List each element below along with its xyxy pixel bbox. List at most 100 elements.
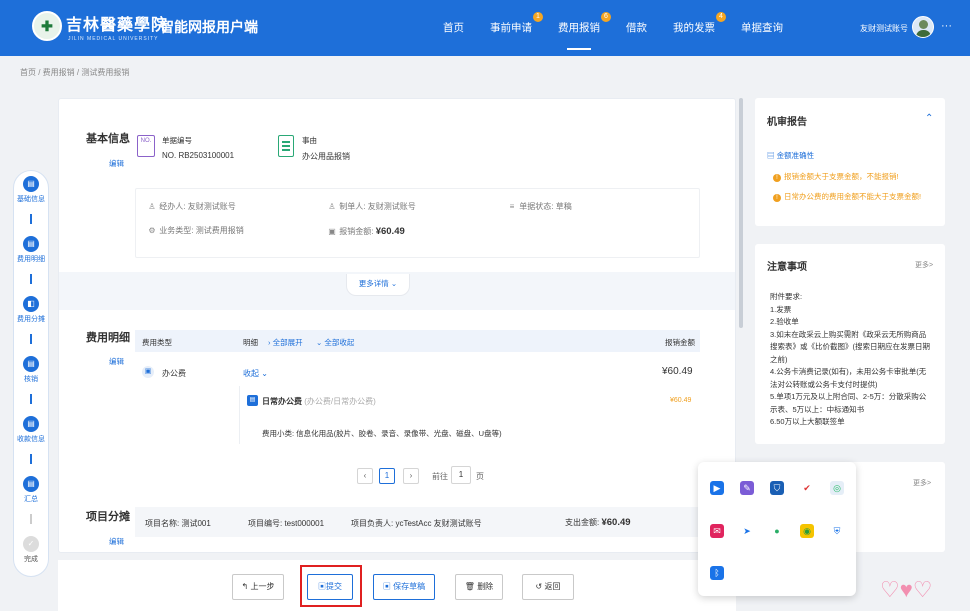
reason-label: 事由 xyxy=(302,136,317,145)
expense-table-header xyxy=(135,330,700,352)
daily-office-icon: ▤ xyxy=(247,395,258,406)
app-tray-icon[interactable]: ▶ xyxy=(710,481,724,495)
more-menu-icon[interactable]: ··· xyxy=(941,20,952,32)
step-summary[interactable]: ▤ 汇总 xyxy=(13,476,49,504)
project-owner: 项目负责人: ycTestAcc 友财测试账号 xyxy=(351,519,482,528)
step-complete[interactable]: ✓ 完成 xyxy=(13,536,49,564)
maker-field: ♙ 制单人: 友财测试账号 xyxy=(328,202,416,211)
delete-button[interactable]: 🗑 删除 xyxy=(455,574,503,600)
biz-type-field: ⚙ 业务类型: 测试费用报销 xyxy=(148,226,244,235)
doc-no-value: NO. RB2503100001 xyxy=(162,151,235,160)
expand-all-button[interactable]: › 全部展开 xyxy=(268,337,303,348)
breadcrumb[interactable]: 首页 / 费用报销 / 测试费用报销 xyxy=(20,67,129,78)
step-payee-info[interactable]: ▤ 收款信息 xyxy=(13,416,49,444)
previous-step-button[interactable]: ↰ 上一步 xyxy=(232,574,284,600)
step-connector xyxy=(30,214,32,224)
shield-icon[interactable]: ⛨ xyxy=(830,524,844,538)
app-tray-icon[interactable]: ✔ xyxy=(800,481,814,495)
app-tray-icon[interactable]: ◉ xyxy=(800,524,814,538)
app-tray-icon[interactable]: ◎ xyxy=(830,481,844,495)
review-warning: ! 日常办公费的费用金额不能大于支票金额! xyxy=(773,191,921,202)
review-report-title: 机审报告 xyxy=(767,117,807,128)
submit-icon: ▣ xyxy=(318,582,326,591)
sub-category: 费用小类: 信息化用品(胶片、胶卷、录音、录像带、光盘、磁盘、U盘等) xyxy=(262,429,502,438)
arrow-left-icon: ↰ xyxy=(241,582,249,591)
submit-button[interactable]: ▣提交 xyxy=(307,574,353,600)
university-logo-icon[interactable]: ✚ xyxy=(32,11,62,41)
nav-home[interactable]: 首页 xyxy=(430,0,477,56)
hearts-decoration-icon: ♡♥♡ xyxy=(880,577,933,602)
bluetooth-icon[interactable]: ᛒ xyxy=(710,566,724,580)
notice-title: 注意事项 xyxy=(767,262,807,273)
main-form-card xyxy=(58,98,736,553)
list-icon: ▤ xyxy=(23,236,39,252)
app-tray-icon[interactable]: ⛉ xyxy=(770,481,784,495)
nav-badge: 6 xyxy=(601,12,611,22)
back-button[interactable]: ↺ 返回 xyxy=(522,574,574,600)
nav-document-query[interactable]: 单据查询 xyxy=(728,0,796,56)
document-icon: ▤ xyxy=(767,151,775,160)
status-field: ≡ 单据状态: 草稿 xyxy=(507,201,572,212)
section-title-expense-detail: 费用明细 xyxy=(86,332,130,344)
main-nav: 首页 事前申请 1 费用报销 6 借款 我的发票 4 单据查询 xyxy=(430,0,796,56)
check-icon: ✓ xyxy=(23,536,39,552)
project-amount: 支出金额: ¥60.49 xyxy=(565,517,631,528)
user-icon: ♙ xyxy=(328,202,336,211)
nav-pre-application[interactable]: 事前申请 1 xyxy=(477,0,545,56)
document-number-icon: NO. xyxy=(137,135,155,157)
info-panel xyxy=(135,188,700,258)
row-collapse-toggle[interactable]: 收起 ⌄ xyxy=(243,368,268,379)
nav-my-invoices[interactable]: 我的发票 4 xyxy=(660,0,728,56)
nav-expense-reimbursement[interactable]: 费用报销 6 xyxy=(545,0,613,56)
office-expense-icon: ▣ xyxy=(142,366,154,378)
handler-field: ♙ 经办人: 友财测试账号 xyxy=(148,202,236,211)
avatar[interactable] xyxy=(912,16,934,38)
user-name[interactable]: 友财测试账号 xyxy=(860,23,908,34)
share-icon: ◧ xyxy=(23,296,39,312)
return-icon: ↺ xyxy=(535,582,543,591)
collapse-all-button[interactable]: ⌄ 全部收起 xyxy=(316,337,354,348)
nav-loan[interactable]: 借款 xyxy=(613,0,660,56)
page-number[interactable]: 1 xyxy=(379,468,395,484)
notice-more-link[interactable]: 更多> xyxy=(915,260,933,270)
document-icon: ▤ xyxy=(23,176,39,192)
reason-value: 办公用品报销 xyxy=(302,152,350,161)
app-tray-icon[interactable]: ➤ xyxy=(740,524,754,538)
warning-icon: ! xyxy=(773,194,781,202)
save-icon: ▣ xyxy=(382,582,391,591)
review-item: ▤ 金额准确性 xyxy=(767,151,815,160)
next-page-button[interactable]: › xyxy=(403,468,419,484)
app-tray-icon[interactable]: ✉ xyxy=(710,524,724,538)
warning-icon: ! xyxy=(773,174,781,182)
money-icon: ▣ xyxy=(328,227,336,236)
step-connector xyxy=(30,394,32,404)
chevron-down-icon: ⌄ xyxy=(390,279,398,288)
step-expense-detail[interactable]: ▤ 费用明细 xyxy=(13,236,49,264)
col-expense-type: 费用类型 xyxy=(142,338,172,347)
more-details-toggle[interactable]: 更多详情 ⌄ xyxy=(346,274,410,296)
step-basic-info[interactable]: ▤ 基础信息 xyxy=(13,176,49,204)
row-expense-type: 办公费 xyxy=(162,369,186,378)
page-unit: 页 xyxy=(476,472,484,481)
goto-label: 前往 xyxy=(432,472,448,481)
col-amount: 报销金额 xyxy=(665,338,695,347)
right-scrollbar[interactable] xyxy=(739,98,743,328)
save-draft-button[interactable]: ▣ 保存草稿 xyxy=(373,574,435,600)
step-expense-allocation[interactable]: ◧ 费用分摊 xyxy=(13,296,49,324)
edit-project-link[interactable]: 编辑 xyxy=(109,536,124,547)
step-connector xyxy=(30,334,32,344)
wechat-icon[interactable]: ● xyxy=(770,524,784,538)
goto-page-input[interactable]: 1 xyxy=(451,466,471,484)
university-name: 吉林醫藥學院 xyxy=(66,15,169,34)
step-write-off[interactable]: ▤ 核销 xyxy=(13,356,49,384)
prev-page-button[interactable]: ‹ xyxy=(357,468,373,484)
step-connector xyxy=(30,274,32,284)
nav-badge: 1 xyxy=(533,12,543,22)
third-card-more-link[interactable]: 更多> xyxy=(913,478,931,488)
university-name-en: JILIN MEDICAL UNIVERSITY xyxy=(68,36,159,42)
review-warning: ! 报销金额大于支票金额，不能报销! xyxy=(773,171,899,182)
app-tray-icon[interactable]: ✎ xyxy=(740,481,754,495)
collapse-review-icon[interactable]: ⌃ xyxy=(925,113,933,124)
edit-expense-link[interactable]: 编辑 xyxy=(109,356,124,367)
edit-basic-info-link[interactable]: 编辑 xyxy=(109,158,124,169)
